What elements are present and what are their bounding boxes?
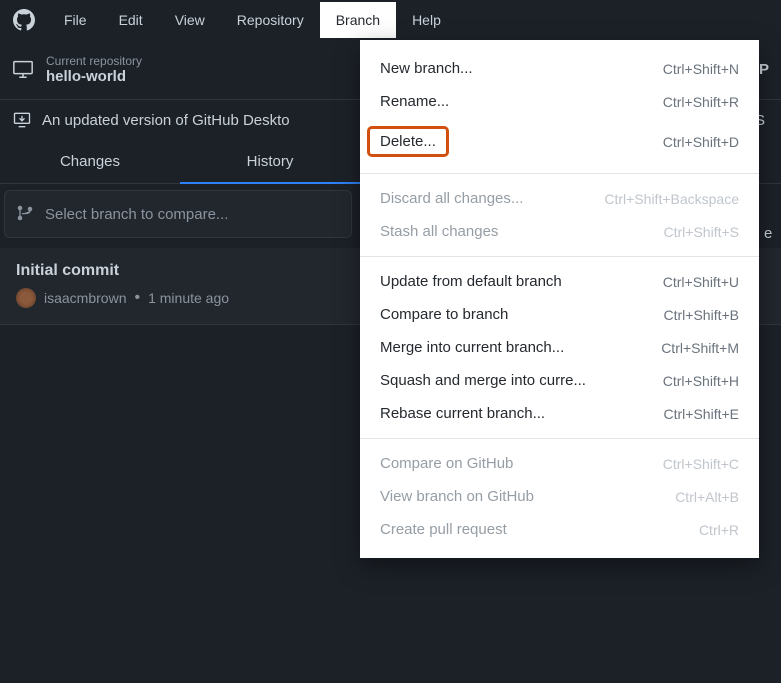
- menu-item-label: Delete...: [367, 126, 449, 157]
- menu-item-shortcut: Ctrl+Shift+Backspace: [604, 191, 739, 207]
- menu-item-squash-and-merge-into-curre[interactable]: Squash and merge into curre... Ctrl+Shift…: [360, 364, 759, 397]
- menu-item-rebase-current-branch[interactable]: Rebase current branch... Ctrl+Shift+E: [360, 397, 759, 430]
- tab-changes[interactable]: Changes: [0, 140, 180, 183]
- menu-separator: [360, 438, 759, 439]
- menu-help[interactable]: Help: [396, 2, 457, 38]
- commit-author: isaacmbrown: [44, 290, 126, 306]
- menu-item-compare-to-branch[interactable]: Compare to branch Ctrl+Shift+B: [360, 298, 759, 331]
- menu-item-label: New branch...: [380, 60, 473, 77]
- menu-item-create-pull-request: Create pull request Ctrl+R: [360, 513, 759, 546]
- separator-dot: •: [134, 289, 140, 307]
- notice-text: An updated version of GitHub Deskto: [42, 112, 290, 129]
- menu-item-shortcut: Ctrl+Shift+D: [663, 134, 739, 150]
- menu-item-merge-into-current-branch[interactable]: Merge into current branch... Ctrl+Shift+M: [360, 331, 759, 364]
- branch-select-placeholder: Select branch to compare...: [45, 206, 228, 223]
- commit-time: 1 minute ago: [148, 290, 229, 306]
- menu-separator: [360, 173, 759, 174]
- menu-item-label: Update from default branch: [380, 273, 562, 290]
- menu-branch[interactable]: Branch: [320, 2, 396, 38]
- download-icon: [12, 110, 32, 130]
- menu-item-shortcut: Ctrl+Shift+S: [664, 224, 739, 240]
- menu-item-label: Rename...: [380, 93, 449, 110]
- menu-item-shortcut: Ctrl+Shift+E: [664, 406, 739, 422]
- github-logo-icon: [12, 8, 36, 32]
- branch-compare-select[interactable]: Select branch to compare...: [4, 190, 352, 238]
- menu-item-label: Discard all changes...: [380, 190, 523, 207]
- menu-view[interactable]: View: [159, 2, 221, 38]
- menu-item-label: Compare to branch: [380, 306, 508, 323]
- menu-edit[interactable]: Edit: [103, 2, 159, 38]
- desktop-icon: [12, 58, 36, 82]
- menu-item-delete[interactable]: Delete... Ctrl+Shift+D: [360, 118, 759, 165]
- menu-item-compare-on-github: Compare on GitHub Ctrl+Shift+C: [360, 447, 759, 480]
- menu-item-shortcut: Ctrl+Shift+B: [664, 307, 739, 323]
- menu-item-shortcut: Ctrl+Shift+R: [663, 94, 739, 110]
- menubar: File Edit View Repository Branch Help: [0, 0, 781, 40]
- menu-item-label: View branch on GitHub: [380, 488, 534, 505]
- menu-item-discard-all-changes: Discard all changes... Ctrl+Shift+Backspa…: [360, 182, 759, 215]
- branch-menu-dropdown: New branch... Ctrl+Shift+N Rename... Ctrl+S…: [360, 40, 759, 558]
- menu-separator: [360, 256, 759, 257]
- menu-item-shortcut: Ctrl+Shift+U: [663, 274, 739, 290]
- menu-item-update-from-default-branch[interactable]: Update from default branch Ctrl+Shift+U: [360, 265, 759, 298]
- menu-item-label: Stash all changes: [380, 223, 498, 240]
- menu-item-label: Merge into current branch...: [380, 339, 564, 356]
- menu-item-label: Compare on GitHub: [380, 455, 513, 472]
- menu-file[interactable]: File: [48, 2, 103, 38]
- menu-item-new-branch[interactable]: New branch... Ctrl+Shift+N: [360, 52, 759, 85]
- menu-item-label: Create pull request: [380, 521, 507, 538]
- menu-item-shortcut: Ctrl+R: [699, 522, 739, 538]
- menu-item-rename[interactable]: Rename... Ctrl+Shift+R: [360, 85, 759, 118]
- menu-item-shortcut: Ctrl+Shift+C: [663, 456, 739, 472]
- partial-panel-text: e: [764, 225, 772, 242]
- menu-item-shortcut: Ctrl+Alt+B: [675, 489, 739, 505]
- menu-item-stash-all-changes: Stash all changes Ctrl+Shift+S: [360, 215, 759, 248]
- avatar: [16, 288, 36, 308]
- git-branch-icon: [17, 205, 35, 223]
- menu-item-view-branch-on-github: View branch on GitHub Ctrl+Alt+B: [360, 480, 759, 513]
- menu-item-shortcut: Ctrl+Shift+H: [663, 373, 739, 389]
- menu-item-shortcut: Ctrl+Shift+N: [663, 61, 739, 77]
- menu-item-shortcut: Ctrl+Shift+M: [661, 340, 739, 356]
- tab-history[interactable]: History: [180, 140, 360, 183]
- menu-repository[interactable]: Repository: [221, 2, 320, 38]
- menu-item-label: Rebase current branch...: [380, 405, 545, 422]
- menu-item-label: Squash and merge into curre...: [380, 372, 586, 389]
